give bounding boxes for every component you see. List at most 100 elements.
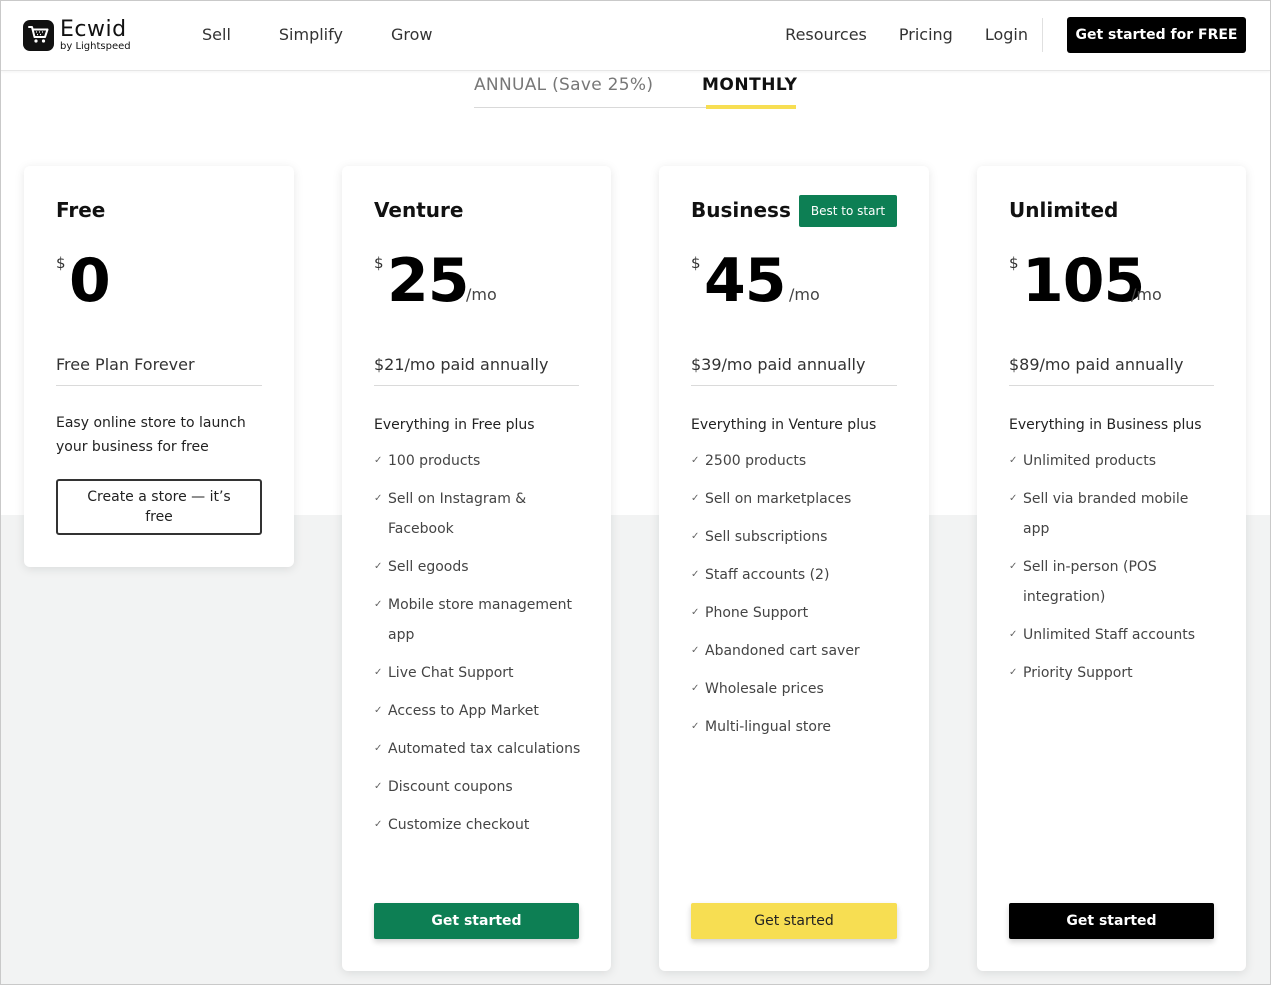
feature-item: ✓ Sell via branded mobile app (1009, 484, 1209, 544)
page: Ecwid by Lightspeed Sell Simplify Grow R… (0, 0, 1271, 985)
check-icon: ✓ (374, 493, 383, 504)
get-started-free-button[interactable]: Get started for FREE (1067, 17, 1246, 53)
price-amount: 0 (69, 246, 111, 316)
plan-intro: Everything in Free plus (374, 417, 535, 433)
plan-name: Unlimited (1009, 198, 1119, 222)
divider (691, 385, 897, 386)
price-period: /mo (1131, 285, 1162, 304)
currency-symbol: $ (691, 254, 701, 272)
plan-name: Business (691, 198, 791, 222)
top-navigation: Ecwid by Lightspeed Sell Simplify Grow R… (1, 1, 1270, 71)
check-icon: ✓ (374, 667, 383, 678)
feature-list: ✓ 2500 products ✓ Sell on marketplaces ✓ Se… (691, 446, 903, 750)
feature-item: ✓ Unlimited products (1009, 446, 1209, 476)
divider (1009, 385, 1214, 386)
divider (374, 385, 579, 386)
feature-list: ✓ Unlimited products ✓ Sell via branded mo… (1009, 446, 1209, 696)
check-icon: ✓ (374, 599, 383, 610)
check-icon: ✓ (691, 645, 700, 656)
plan-card-venture: Venture $ 25 /mo $21/mo paid annually Ev… (342, 166, 611, 971)
price-period: /mo (466, 285, 497, 304)
feature-item: ✓ Unlimited Staff accounts (1009, 620, 1209, 650)
check-icon: ✓ (1009, 455, 1018, 466)
price-subline: $21/mo paid annually (374, 355, 549, 374)
nav-pricing[interactable]: Pricing (899, 25, 953, 44)
check-icon: ✓ (374, 781, 383, 792)
feature-item: ✓ Mobile store management app (374, 590, 586, 650)
check-icon: ✓ (691, 569, 700, 580)
venture-get-started-button[interactable]: Get started (374, 903, 579, 939)
feature-item: ✓ Automated tax calculations (374, 734, 586, 764)
currency-symbol: $ (374, 254, 384, 272)
cart-icon (23, 19, 54, 51)
create-store-button[interactable]: Create a store — it’s free (56, 479, 262, 535)
check-icon: ✓ (374, 705, 383, 716)
check-icon: ✓ (1009, 493, 1018, 504)
plan-card-unlimited: Unlimited $ 105 /mo $89/mo paid annually… (977, 166, 1246, 971)
feature-item: ✓ 100 products (374, 446, 586, 476)
currency-symbol: $ (56, 254, 66, 272)
check-icon: ✓ (374, 455, 383, 466)
check-icon: ✓ (691, 721, 700, 732)
nav-grow[interactable]: Grow (391, 25, 433, 44)
price-period: /mo (789, 285, 820, 304)
logo-name: Ecwid (60, 16, 127, 42)
check-icon: ✓ (374, 561, 383, 572)
check-icon: ✓ (374, 819, 383, 830)
check-icon: ✓ (691, 455, 700, 466)
check-icon: ✓ (691, 493, 700, 504)
feature-item: ✓ Sell subscriptions (691, 522, 903, 552)
check-icon: ✓ (374, 743, 383, 754)
plan-intro: Everything in Venture plus (691, 417, 877, 433)
price-subline: $89/mo paid annually (1009, 355, 1184, 374)
logo-subtitle: by Lightspeed (60, 40, 131, 52)
best-to-start-badge: Best to start (799, 195, 897, 227)
feature-item: ✓ Sell egoods (374, 552, 586, 582)
plan-intro: Everything in Business plus (1009, 417, 1202, 433)
plan-intro: Easy online store to launch your busines… (56, 415, 246, 455)
billing-toggle: ANNUAL (Save 25%) MONTHLY (474, 73, 797, 109)
plan-name: Venture (374, 198, 464, 222)
feature-item: ✓ Priority Support (1009, 658, 1209, 688)
business-get-started-button[interactable]: Get started (691, 903, 897, 939)
price-amount: 105 (1022, 246, 1145, 316)
feature-item: ✓ Staff accounts (2) (691, 560, 903, 590)
tab-monthly[interactable]: MONTHLY (702, 75, 797, 95)
feature-item: ✓ Sell in-person (POS integration) (1009, 552, 1209, 612)
nav-divider (1042, 18, 1043, 52)
currency-symbol: $ (1009, 254, 1019, 272)
plan-card-business: Business Best to start $ 45 /mo $39/mo p… (659, 166, 929, 971)
nav-resources[interactable]: Resources (785, 25, 867, 44)
feature-item: ✓ Phone Support (691, 598, 903, 628)
feature-item: ✓ Sell on marketplaces (691, 484, 903, 514)
feature-item: ✓ Access to App Market (374, 696, 586, 726)
feature-list: ✓ 100 products ✓ Sell on Instagram & Faceb… (374, 446, 586, 848)
price-amount: 45 (704, 246, 786, 316)
price-subline: $39/mo paid annually (691, 355, 866, 374)
tab-annual[interactable]: ANNUAL (Save 25%) (474, 75, 653, 95)
feature-item: ✓ Abandoned cart saver (691, 636, 903, 666)
check-icon: ✓ (1009, 561, 1018, 572)
feature-item: ✓ Live Chat Support (374, 658, 586, 688)
check-icon: ✓ (691, 683, 700, 694)
feature-item: ✓ Sell on Instagram & Facebook (374, 484, 586, 544)
feature-item: ✓ Discount coupons (374, 772, 586, 802)
nav-simplify[interactable]: Simplify (279, 25, 343, 44)
plan-card-free: Free $ 0 Free Plan Forever Easy online s… (24, 166, 294, 567)
nav-login[interactable]: Login (985, 25, 1028, 44)
secondary-nav: Resources Pricing Login (753, 25, 1028, 44)
feature-item: ✓ Customize checkout (374, 810, 586, 840)
check-icon: ✓ (691, 607, 700, 618)
price-amount: 25 (387, 246, 469, 316)
plan-name: Free (56, 198, 106, 222)
check-icon: ✓ (1009, 629, 1018, 640)
unlimited-get-started-button[interactable]: Get started (1009, 903, 1214, 939)
ecwid-logo[interactable]: Ecwid by Lightspeed (23, 17, 131, 53)
active-tab-indicator (706, 105, 796, 109)
primary-nav: Sell Simplify Grow (202, 25, 480, 44)
feature-item: ✓ 2500 products (691, 446, 903, 476)
check-icon: ✓ (691, 531, 700, 542)
feature-item: ✓ Multi-lingual store (691, 712, 903, 742)
nav-sell[interactable]: Sell (202, 25, 231, 44)
divider (56, 385, 262, 386)
